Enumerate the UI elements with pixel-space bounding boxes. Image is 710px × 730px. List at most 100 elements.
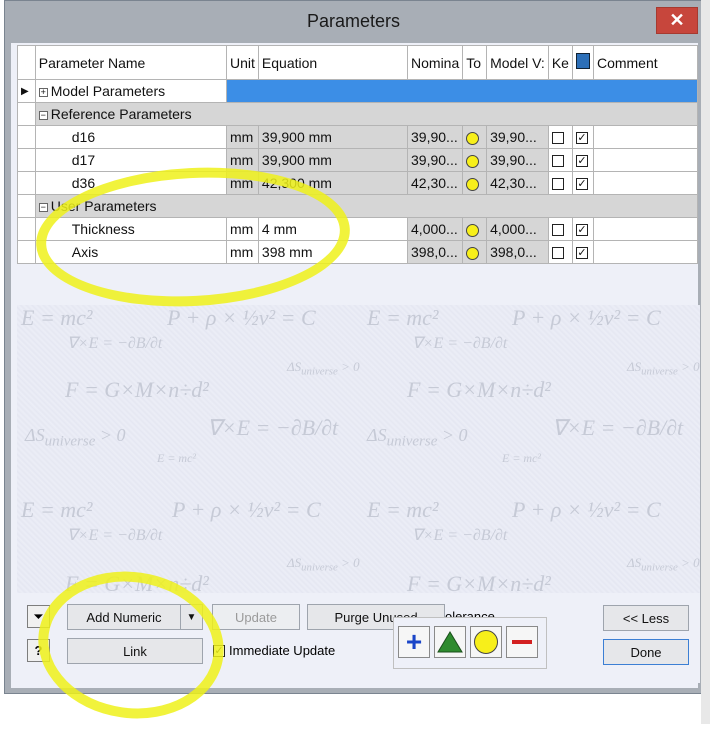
param-comment[interactable]	[592, 217, 699, 241]
export-cell[interactable]: ✓	[571, 217, 594, 241]
help-icon: ?	[34, 643, 43, 658]
column-header[interactable]: Ke	[547, 45, 573, 80]
param-model-value: 42,30...	[486, 171, 549, 195]
selected-row-fill	[226, 79, 698, 103]
update-button[interactable]: Update	[212, 604, 300, 630]
param-unit: mm	[226, 148, 259, 172]
bottom-toolbar: ⏷ ? Add Numeric ▼ Update Purge Unused ol…	[17, 593, 700, 683]
title-bar[interactable]: Parameters ✕	[5, 1, 702, 43]
column-header[interactable]: Parameter Name	[34, 45, 228, 80]
param-model-value: 398,0...	[486, 240, 549, 264]
export-cell[interactable]: ✓	[571, 148, 594, 172]
param-comment[interactable]	[592, 240, 699, 264]
lower-tolerance-button[interactable]	[506, 626, 538, 658]
background-edge	[701, 0, 710, 724]
tolerance-cell[interactable]	[462, 240, 488, 264]
key-cell[interactable]	[547, 125, 573, 149]
minus-icon	[512, 640, 532, 644]
param-unit[interactable]: mm	[226, 240, 259, 264]
column-header[interactable]: Equation	[257, 45, 409, 80]
param-equation: 42,300 mm	[257, 171, 409, 195]
circle-icon	[474, 630, 498, 654]
dialog-client-area: E = mc² P + ρ × ½v² = C E = mc² P + ρ × …	[11, 43, 700, 688]
key-cell[interactable]	[547, 148, 573, 172]
immediate-update-label: Immediate Update	[229, 643, 336, 658]
param-model-value: 4,000...	[486, 217, 549, 241]
median-tolerance-button[interactable]	[434, 626, 466, 658]
param-name[interactable]: d36	[34, 171, 228, 195]
param-comment[interactable]	[592, 148, 699, 172]
help-button[interactable]: ?	[27, 639, 50, 662]
param-comment[interactable]	[592, 171, 699, 195]
export-cell[interactable]: ✓	[571, 125, 594, 149]
param-comment[interactable]	[592, 125, 699, 149]
expand-icon[interactable]: +	[38, 87, 48, 97]
collapse-icon[interactable]: −	[38, 202, 48, 212]
param-nominal: 42,30...	[407, 171, 464, 195]
param-name[interactable]: Thickness	[34, 217, 228, 241]
param-equation[interactable]: 398 mm	[257, 240, 409, 264]
param-name[interactable]: d17	[34, 148, 228, 172]
tolerance-circle-icon	[466, 154, 480, 168]
param-unit[interactable]: mm	[226, 217, 259, 241]
tolerance-cell[interactable]	[462, 148, 488, 172]
key-cell[interactable]	[547, 171, 573, 195]
row-indicator: ▶	[17, 79, 36, 103]
key-checkbox[interactable]	[551, 224, 564, 237]
table-row[interactable]: d17 mm 39,900 mm 39,90... 39,90... ✓	[17, 148, 699, 172]
add-numeric-button[interactable]: Add Numeric ▼	[67, 604, 203, 630]
group-label-cell[interactable]: − User Parameters	[34, 194, 699, 218]
table-row[interactable]: Axis mm 398 mm 398,0... 398,0... ✓	[17, 240, 699, 264]
export-checkbox[interactable]: ✓	[575, 178, 588, 191]
group-label-cell[interactable]: − Reference Parameters	[34, 102, 699, 126]
export-checkbox[interactable]: ✓	[575, 132, 588, 145]
done-button[interactable]: Done	[603, 639, 689, 665]
group-row-model[interactable]: ▶ + Model Parameters	[17, 79, 698, 103]
immediate-update-checkbox[interactable]: ✓	[213, 644, 225, 657]
key-cell[interactable]	[547, 240, 573, 264]
less-button[interactable]: << Less	[603, 605, 689, 631]
group-row-user[interactable]: − User Parameters	[17, 194, 699, 218]
export-cell[interactable]: ✓	[571, 240, 594, 264]
group-label: Reference Parameters	[50, 106, 192, 122]
link-button[interactable]: Link	[67, 638, 203, 664]
close-button[interactable]: ✕	[656, 7, 698, 34]
column-header[interactable]: To	[462, 45, 488, 80]
upper-tolerance-button[interactable]: +	[398, 626, 430, 658]
tolerance-cell[interactable]	[462, 171, 488, 195]
table-row[interactable]: d16 mm 39,900 mm 39,90... 39,90... ✓	[17, 125, 699, 149]
dropdown-arrow-icon[interactable]: ▼	[180, 605, 202, 629]
column-header[interactable]: Unit	[226, 45, 259, 80]
tolerance-cell[interactable]	[462, 217, 488, 241]
table-row[interactable]: d36 mm 42,300 mm 42,30... 42,30... ✓	[17, 171, 699, 195]
group-label-cell[interactable]: + Model Parameters	[34, 79, 228, 103]
key-checkbox[interactable]	[551, 132, 564, 145]
export-checkbox[interactable]: ✓	[575, 155, 588, 168]
export-checkbox[interactable]: ✓	[575, 247, 588, 260]
export-checkbox[interactable]: ✓	[575, 224, 588, 237]
column-header[interactable]: Comment	[592, 45, 699, 80]
export-column-header[interactable]	[571, 45, 594, 80]
column-header[interactable]: Model V:	[486, 45, 549, 80]
param-nominal: 4,000...	[407, 217, 464, 241]
row-indicator	[17, 194, 36, 218]
export-cell[interactable]: ✓	[571, 171, 594, 195]
collapse-icon[interactable]: −	[38, 110, 48, 120]
tolerance-group: +	[393, 617, 547, 669]
table-row[interactable]: Thickness mm 4 mm 4,000... 4,000... ✓	[17, 217, 699, 241]
nominal-tolerance-button[interactable]	[470, 626, 502, 658]
key-checkbox[interactable]	[551, 247, 564, 260]
group-label: User Parameters	[50, 198, 157, 214]
immediate-update-toggle[interactable]: ✓ Immediate Update	[213, 643, 335, 658]
param-equation[interactable]: 4 mm	[257, 217, 409, 241]
key-cell[interactable]	[547, 217, 573, 241]
filter-button[interactable]: ⏷	[27, 605, 50, 628]
group-row-reference[interactable]: − Reference Parameters	[17, 102, 699, 126]
param-name[interactable]: Axis	[34, 240, 228, 264]
param-name[interactable]: d16	[34, 125, 228, 149]
key-checkbox[interactable]	[551, 178, 564, 191]
column-header[interactable]: Nomina	[407, 45, 464, 80]
key-checkbox[interactable]	[551, 155, 564, 168]
filter-icon: ⏷	[33, 608, 44, 624]
tolerance-cell[interactable]	[462, 125, 488, 149]
